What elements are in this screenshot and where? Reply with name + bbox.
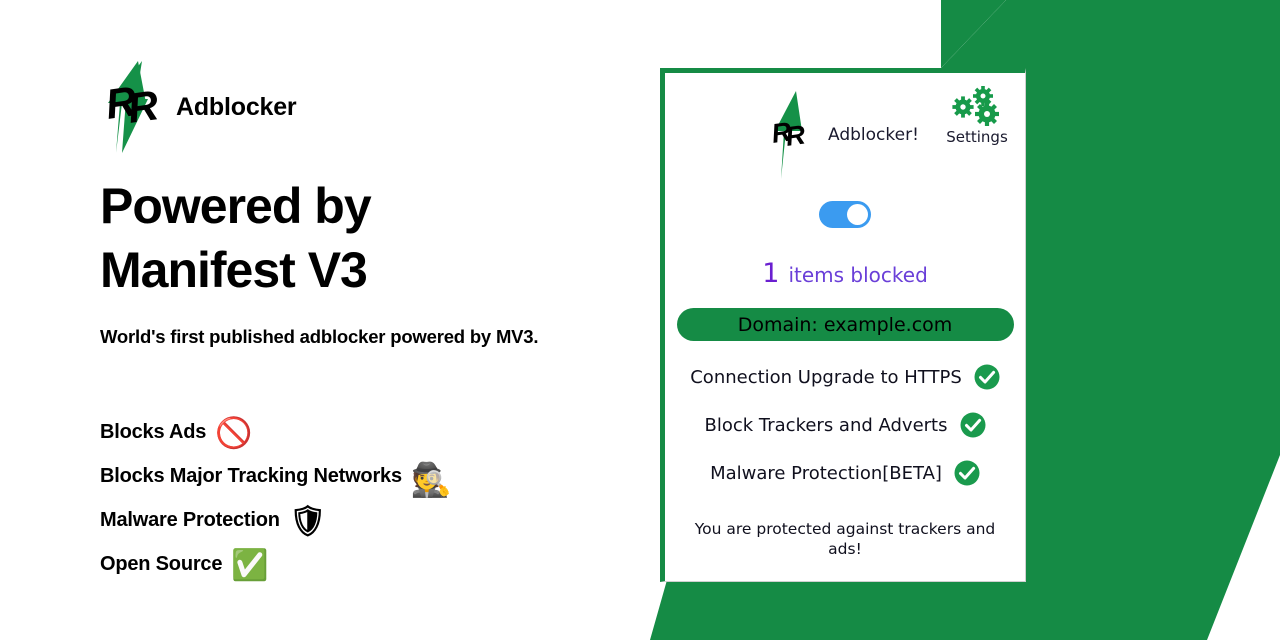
- popup-header: R R Adblocker! Settings: [665, 73, 1025, 179]
- list-item[interactable]: Block Trackers and Adverts: [665, 401, 1025, 449]
- list-item: Malware Protection 🛡: [100, 498, 640, 542]
- checklist-label: Malware Protection[BETA]: [710, 462, 942, 484]
- gears-icon: [937, 85, 1017, 127]
- no-spy-icon: 🕵: [410, 460, 452, 498]
- protection-status-message: You are protected against trackers and a…: [694, 520, 996, 559]
- feature-list: Blocks Ads 🚫 Blocks Major Tracking Netwo…: [100, 410, 640, 586]
- toggle-knob: [847, 204, 868, 225]
- toggle-row: [665, 201, 1025, 228]
- feature-label: Open Source: [100, 552, 223, 575]
- green-check-icon: [960, 412, 986, 438]
- domain-badge[interactable]: Domain: example.com: [676, 308, 1014, 341]
- subheadline: World's first published adblocker powere…: [100, 326, 539, 347]
- blocked-counter: 1 items blocked: [665, 258, 1025, 289]
- blocked-count-label: items blocked: [788, 263, 928, 287]
- settings-button[interactable]: Settings: [937, 85, 1017, 146]
- feature-label: Blocks Ads: [100, 420, 207, 443]
- green-check-icon: ✅: [231, 549, 269, 582]
- protection-checklist: Connection Upgrade to HTTPS Block Tracke…: [665, 353, 1025, 497]
- feature-label: Malware Protection: [100, 508, 280, 531]
- list-item[interactable]: Malware Protection[BETA]: [665, 449, 1025, 497]
- checklist-label: Block Trackers and Adverts: [704, 414, 948, 436]
- green-check-icon: [974, 364, 1000, 390]
- left-content-panel: R R Adblocker Powered by Manifest V3 Wor…: [100, 58, 640, 586]
- headline-line-2: Manifest V3: [100, 242, 368, 298]
- shield-check-icon: 🛡: [288, 505, 327, 538]
- checklist-label: Connection Upgrade to HTTPS: [690, 366, 962, 388]
- promo-banner: R R Adblocker Powered by Manifest V3 Wor…: [0, 0, 1280, 640]
- extension-popup-card: R R Adblocker! Settings 1 items blocked …: [660, 68, 1026, 582]
- svg-text:R: R: [784, 119, 808, 151]
- green-check-icon: [954, 460, 980, 486]
- list-item: Blocks Major Tracking Networks 🕵: [100, 454, 640, 498]
- list-item: Blocks Ads 🚫: [100, 410, 640, 454]
- headline-line-1: Powered by: [100, 178, 372, 234]
- no-ads-icon: 🚫: [215, 417, 253, 450]
- list-item: Open Source ✅: [100, 542, 640, 586]
- feature-label: Blocks Major Tracking Networks: [100, 464, 402, 487]
- svg-text:R: R: [125, 81, 162, 132]
- rr-lightning-logo-icon: R R: [770, 79, 814, 183]
- settings-label: Settings: [946, 128, 1008, 146]
- popup-title: Adblocker!: [828, 125, 919, 145]
- blocked-count: 1: [762, 258, 780, 289]
- page-title: Powered by Manifest V3: [100, 174, 640, 302]
- brand-name: Adblocker: [176, 92, 297, 121]
- popup-brand: R R Adblocker!: [770, 79, 919, 183]
- adblock-enabled-toggle[interactable]: [819, 201, 871, 228]
- rr-lightning-logo-icon: R R: [100, 59, 170, 155]
- list-item[interactable]: Connection Upgrade to HTTPS: [665, 353, 1025, 401]
- brand-row: R R Adblocker: [100, 58, 640, 156]
